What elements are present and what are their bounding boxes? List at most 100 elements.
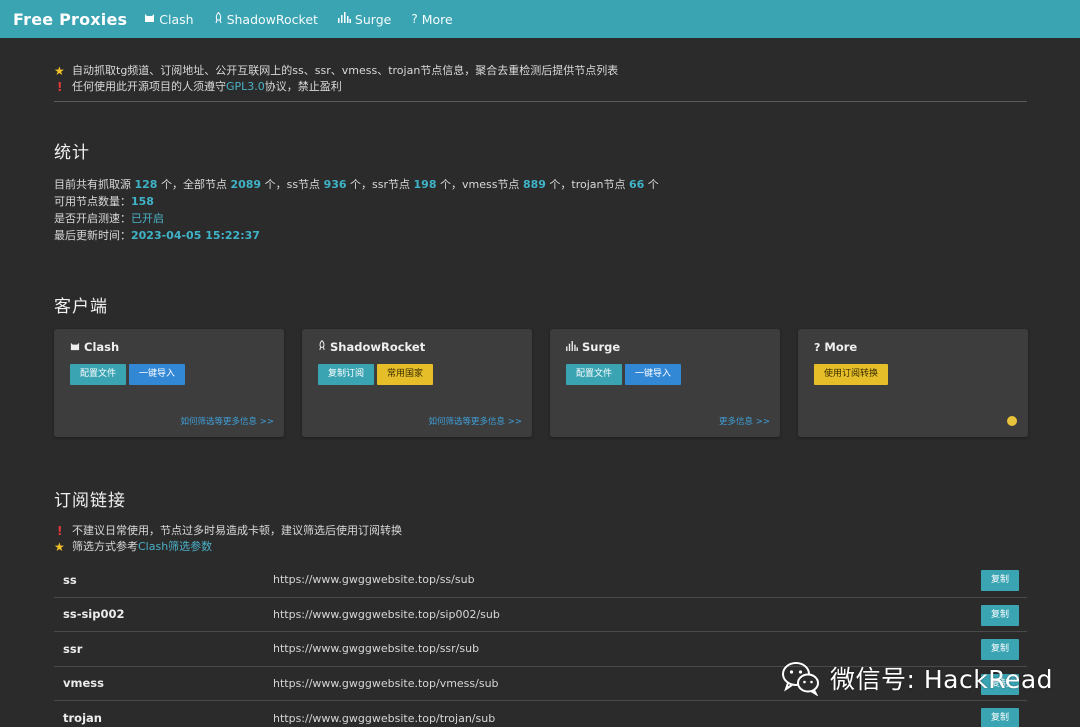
stats-line-counts: 目前共有抓取源 128 个，全部节点 2089 个，ss节点 936 个，ssr… xyxy=(54,176,1027,193)
shadowrocket-countries-button[interactable]: 常用国家 xyxy=(377,364,434,385)
stats-text: 个，ss节点 xyxy=(261,178,324,191)
sub-url[interactable]: https://www.gwggwebsite.top/ssr/sub xyxy=(273,642,479,655)
clash-filter-link[interactable]: Clash筛选参数 xyxy=(138,539,212,555)
stats-line-speedtest: 是否开启测速：已开启 xyxy=(54,210,1027,227)
stats-text: 个，ssr节点 xyxy=(346,178,414,191)
trojan-count: 66 xyxy=(629,178,645,191)
copy-button[interactable]: 复制 xyxy=(980,639,1019,660)
nav-item-surge[interactable]: Surge xyxy=(337,11,392,27)
stats-text: 目前共有抓取源 xyxy=(54,178,135,191)
divider xyxy=(54,101,1027,102)
intro-line-1: ★ 自动抓取tg频道、订阅地址、公开互联网上的ss、ssr、vmess、troj… xyxy=(54,63,1027,79)
copy-button[interactable]: 复制 xyxy=(980,708,1019,727)
surge-import-button[interactable]: 一键导入 xyxy=(625,364,682,385)
sub-note-2: ★ 筛选方式参考 Clash筛选参数 xyxy=(54,539,1027,555)
stats-section: 统计 xyxy=(54,138,1027,163)
sub-note-1: ! 不建议日常使用，节点过多时易造成卡顿，建议筛选后使用订阅转换 xyxy=(54,523,1027,539)
table-row: ss https://www.gwggwebsite.top/ss/sub 复制 xyxy=(54,563,1027,598)
card-more: ? More 使用订阅转换 xyxy=(798,329,1028,437)
question-icon: ? xyxy=(814,340,821,354)
stats-text: 个 xyxy=(644,178,659,191)
stats-line-updated: 最后更新时间：2023-04-05 15:22:37 xyxy=(54,227,1027,244)
surge-more-link[interactable]: 更多信息 >> xyxy=(719,415,770,427)
stats-heading: 统计 xyxy=(54,143,90,163)
card-clash: Clash 配置文件 一键导入 如何筛选等更多信息 >> xyxy=(54,329,284,437)
available-count: 158 xyxy=(131,195,154,208)
table-row: trojan https://www.gwggwebsite.top/troja… xyxy=(54,701,1027,727)
rocket-icon xyxy=(214,11,223,27)
watermark-text: 微信号: HackRead xyxy=(830,665,1054,694)
card-title-text: Surge xyxy=(582,340,621,354)
emoji-icon xyxy=(1007,416,1017,426)
stats-text: 个，全部节点 xyxy=(157,178,231,191)
shadowrocket-more-link[interactable]: 如何筛选等更多信息 >> xyxy=(429,415,522,427)
card-title-text: ShadowRocket xyxy=(330,340,426,354)
nav-label-more: More xyxy=(421,11,453,27)
cat-icon xyxy=(144,12,155,26)
star-icon: ★ xyxy=(54,64,65,78)
card-title-more: ? More xyxy=(814,340,1028,354)
subscription-convert-button[interactable]: 使用订阅转换 xyxy=(814,364,889,385)
card-shadowrocket: ShadowRocket 复制订阅 常用国家 如何筛选等更多信息 >> xyxy=(302,329,532,437)
intro-text-1: 自动抓取tg频道、订阅地址、公开互联网上的ss、ssr、vmess、trojan… xyxy=(72,64,619,77)
ss-count: 936 xyxy=(323,178,347,191)
nav-label-surge: Surge xyxy=(354,11,392,27)
copy-button[interactable]: 复制 xyxy=(980,570,1019,591)
ssr-count: 198 xyxy=(413,178,437,191)
nav-label-shadowrocket: ShadowRocket xyxy=(226,11,318,27)
intro-text-2-pre: 任何使用此开源项目的人须遵守 xyxy=(72,80,226,93)
all-nodes-count: 2089 xyxy=(230,178,262,191)
subscription-notes: ! 不建议日常使用，节点过多时易造成卡顿，建议筛选后使用订阅转换 ★ 筛选方式参… xyxy=(54,523,1027,555)
subscriptions-heading: 订阅链接 xyxy=(54,491,126,511)
subscription-table: ss https://www.gwggwebsite.top/ss/sub 复制… xyxy=(54,563,1027,727)
sub-name: ss-sip002 xyxy=(63,607,125,622)
shadowrocket-copy-button[interactable]: 复制订阅 xyxy=(318,364,375,385)
question-icon: ? xyxy=(411,12,418,26)
wechat-watermark: 微信号: HackRead xyxy=(781,660,1053,696)
intro-text-2-post: 协议，禁止盈利 xyxy=(264,80,342,93)
card-title-surge: Surge xyxy=(566,340,780,354)
nav-item-more[interactable]: ? More xyxy=(411,12,452,27)
stats-body: 目前共有抓取源 128 个，全部节点 2089 个，ss节点 936 个，ssr… xyxy=(54,176,1027,244)
copy-button[interactable]: 复制 xyxy=(980,604,1019,626)
clash-import-button[interactable]: 一键导入 xyxy=(129,364,186,385)
sub-url[interactable]: https://www.gwggwebsite.top/vmess/sub xyxy=(273,677,499,690)
clash-more-link[interactable]: 如何筛选等更多信息 >> xyxy=(181,415,274,427)
cat-icon xyxy=(70,341,80,354)
intro-line-2: ! 任何使用此开源项目的人须遵守 GPL3.0 协议，禁止盈利 xyxy=(54,79,1027,95)
gpl-link[interactable]: GPL3.0 xyxy=(226,79,265,95)
sub-note-text-2: 筛选方式参考 xyxy=(72,540,138,553)
vmess-count: 889 xyxy=(522,178,546,191)
exclamation-icon: ! xyxy=(57,524,63,538)
table-row: ss-sip002 https://www.gwggwebsite.top/si… xyxy=(54,598,1027,632)
sources-count: 128 xyxy=(134,178,158,191)
sub-name: vmess xyxy=(63,676,104,691)
surge-config-button[interactable]: 配置文件 xyxy=(566,364,623,385)
card-title-shadowrocket: ShadowRocket xyxy=(318,339,532,354)
sub-name: ssr xyxy=(63,641,83,656)
card-title-text: Clash xyxy=(84,340,120,354)
sub-url[interactable]: https://www.gwggwebsite.top/trojan/sub xyxy=(273,712,495,725)
nav-item-shadowrocket[interactable]: ShadowRocket xyxy=(214,11,318,27)
sub-url[interactable]: https://www.gwggwebsite.top/ss/sub xyxy=(273,573,475,586)
signal-icon xyxy=(337,12,351,26)
star-icon: ★ xyxy=(54,540,65,554)
stats-text: 个，trojan节点 xyxy=(545,178,629,191)
card-title-clash: Clash xyxy=(70,340,284,354)
clients-heading: 客户端 xyxy=(54,297,108,317)
sub-url[interactable]: https://www.gwggwebsite.top/sip002/sub xyxy=(273,608,500,621)
wechat-icon xyxy=(782,662,819,696)
client-cards: Clash 配置文件 一键导入 如何筛选等更多信息 >> ShadowRocke… xyxy=(54,329,1028,437)
intro-notes: ★ 自动抓取tg频道、订阅地址、公开互联网上的ss、ssr、vmess、troj… xyxy=(54,63,1027,95)
card-title-text: More xyxy=(824,340,858,354)
signal-icon xyxy=(566,340,578,354)
nav-item-clash[interactable]: Clash xyxy=(144,12,194,27)
exclamation-icon: ! xyxy=(57,80,63,94)
sub-note-text-1: 不建议日常使用，节点过多时易造成卡顿，建议筛选后使用订阅转换 xyxy=(72,524,402,537)
available-label: 可用节点数量： xyxy=(54,195,131,208)
brand-logo[interactable]: Free Proxies xyxy=(13,10,127,29)
speedtest-label: 是否开启测速： xyxy=(54,212,131,225)
clash-config-button[interactable]: 配置文件 xyxy=(70,364,127,385)
subscriptions-section: 订阅链接 xyxy=(54,486,1027,511)
top-navbar: Free Proxies Clash ShadowRocket Surge ? … xyxy=(0,0,1080,38)
